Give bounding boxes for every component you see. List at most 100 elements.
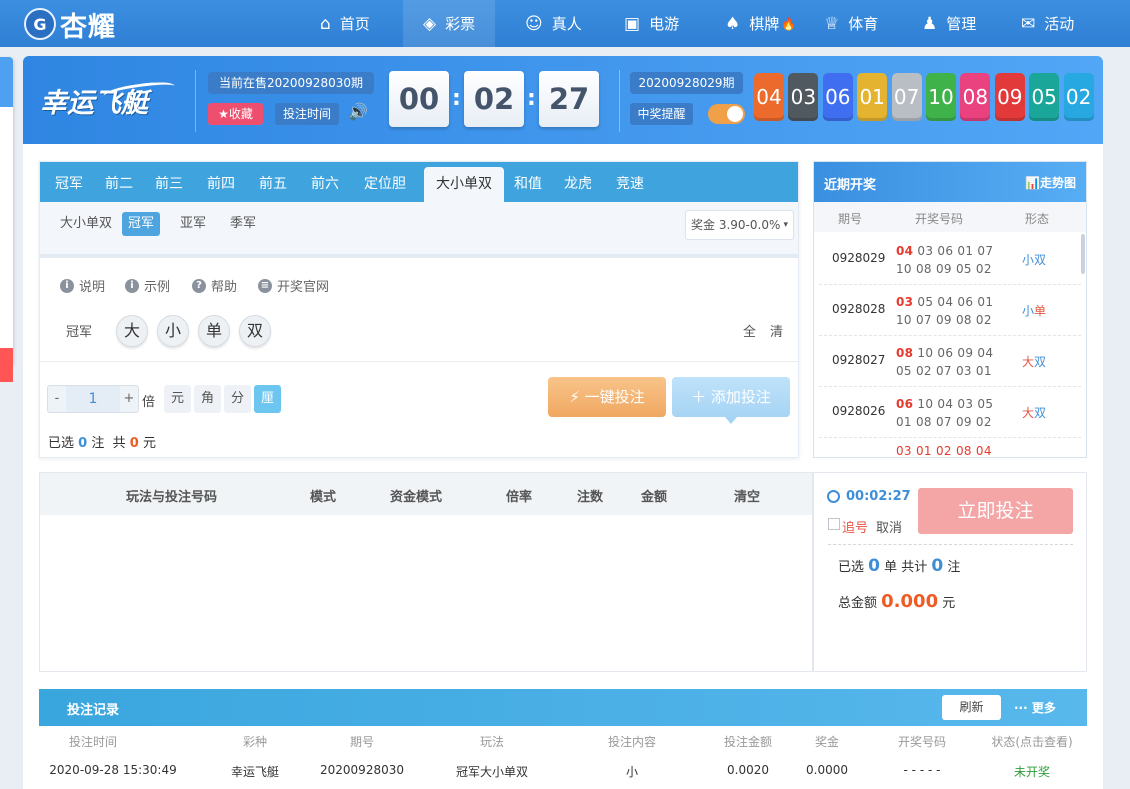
prize-select[interactable]: 奖金 3.90-0.0% ▾ bbox=[685, 210, 794, 240]
sub-tabs: 大小单双 冠军 亚军 季军 奖金 3.90-0.0% ▾ bbox=[40, 202, 798, 254]
current-issue: 当前在售20200928030期 bbox=[208, 72, 374, 94]
column-header: 模式 bbox=[310, 490, 337, 505]
tab-4[interactable]: 前五 bbox=[258, 162, 288, 202]
nav-item-3[interactable]: ▣ 电游 bbox=[624, 0, 679, 47]
column-header: 投注时间 bbox=[68, 735, 118, 749]
row-label: 冠军 bbox=[66, 325, 93, 340]
recent-draw-row: 0928029 04 03 06 01 07 10 08 09 05 02 小双 bbox=[819, 234, 1081, 285]
subtab-1[interactable]: 冠军 bbox=[122, 212, 160, 236]
more-link[interactable]: ··· 更多 bbox=[1014, 699, 1056, 716]
play-tabs: 冠军 前二 前三 前四 前五 前六 定位胆 大小单双 和值 龙虎 竞速 bbox=[40, 162, 798, 202]
bet-time-button[interactable]: 投注时间 bbox=[275, 103, 339, 125]
draw-ball: 07 bbox=[891, 73, 922, 121]
table-cell: 幸运飞艇 bbox=[230, 765, 280, 779]
nav-item-7[interactable]: ✉ 活动 bbox=[1021, 0, 1074, 47]
increment-button[interactable]: + bbox=[120, 386, 138, 412]
recent-draw-row: 0928026 06 10 04 03 05 01 08 07 09 02 大双 bbox=[819, 387, 1081, 438]
info-link-2[interactable]: ? 帮助 bbox=[192, 276, 237, 295]
nav-item-4[interactable]: ♠ 棋牌 🔥 bbox=[725, 0, 796, 47]
unit-button-0[interactable]: 元 bbox=[164, 385, 191, 413]
option-0[interactable]: 大 bbox=[116, 315, 148, 347]
table-cell[interactable]: 未开奖 bbox=[1014, 763, 1050, 780]
toggle-knob bbox=[727, 106, 743, 122]
tab-5[interactable]: 前六 bbox=[310, 162, 340, 202]
draw-ball: 09 bbox=[994, 73, 1025, 121]
draw-issue: 0928026 bbox=[832, 404, 886, 418]
multiplier-unit: 倍 bbox=[142, 395, 156, 410]
subtab-2[interactable]: 亚军 bbox=[174, 212, 212, 236]
scrollbar[interactable] bbox=[1081, 234, 1085, 274]
countdown-seconds: 27 bbox=[539, 71, 599, 127]
recent-draws-columns: 期号 开奖号码 形态 bbox=[814, 202, 1086, 232]
clear-button[interactable]: 清 bbox=[770, 321, 783, 340]
trend-chart-link[interactable]: 📊走势图 bbox=[1025, 174, 1076, 191]
info-link-3[interactable]: ≡ 开奖官网 bbox=[258, 276, 329, 295]
win-remind-label: 中奖提醒 bbox=[630, 103, 693, 125]
unit-button-1[interactable]: 角 bbox=[194, 385, 221, 413]
option-3[interactable]: 双 bbox=[239, 315, 271, 347]
tab-6[interactable]: 定位胆 bbox=[362, 162, 408, 202]
left-side-tab-arrow[interactable] bbox=[0, 348, 13, 382]
speaker-icon[interactable]: 🔊 bbox=[348, 102, 368, 121]
nav-item-5[interactable]: ♕ 体育 bbox=[824, 0, 878, 47]
subtab-3[interactable]: 季军 bbox=[224, 212, 262, 236]
chase-label[interactable]: 追号 bbox=[842, 517, 868, 536]
nav-item-1[interactable]: ◈ 彩票 bbox=[403, 0, 496, 47]
refresh-button[interactable]: 刷新 bbox=[942, 695, 1001, 720]
first-number: 08 bbox=[896, 346, 914, 360]
bets-count: 0 bbox=[931, 556, 944, 576]
tab-10[interactable]: 竞速 bbox=[612, 162, 648, 202]
nav-item-label: 首页 bbox=[339, 15, 370, 33]
users-icon: ♟ bbox=[922, 13, 938, 34]
left-side-tab[interactable] bbox=[0, 57, 13, 382]
tab-8[interactable]: 和值 bbox=[510, 162, 546, 202]
unit-button-2[interactable]: 分 bbox=[224, 385, 251, 413]
nav-item-2[interactable]: ☺ 真人 bbox=[525, 0, 582, 47]
cancel-link[interactable]: 取消 bbox=[876, 517, 902, 536]
column-header: 形态 bbox=[1025, 212, 1050, 226]
recent-draws-title: 近期开奖 bbox=[824, 178, 877, 193]
last-issue: 20200928029期 bbox=[630, 72, 743, 94]
win-remind-toggle[interactable] bbox=[708, 104, 745, 124]
decrement-button[interactable]: - bbox=[48, 386, 66, 412]
divider bbox=[828, 544, 1073, 545]
info-link-0[interactable]: i 说明 bbox=[60, 276, 105, 295]
nav-item-6[interactable]: ♟ 管理 bbox=[922, 0, 976, 47]
tab-1[interactable]: 前二 bbox=[104, 162, 134, 202]
draw-ball: 01 bbox=[857, 73, 888, 121]
nav-item-0[interactable]: ⌂ 首页 bbox=[320, 0, 370, 47]
multiplier-input[interactable]: 1 bbox=[66, 386, 120, 412]
nav-item-label: 活动 bbox=[1044, 15, 1075, 33]
draw-ball: 04 bbox=[754, 73, 784, 121]
unit-button-3[interactable]: 厘 bbox=[254, 385, 281, 413]
pointer-arrow bbox=[725, 417, 737, 424]
select-all-button[interactable]: 全 bbox=[743, 321, 756, 340]
column-header: 彩种 bbox=[242, 735, 268, 749]
table-cell: 冠军大小单双 bbox=[455, 765, 529, 779]
chase-checkbox[interactable] bbox=[828, 518, 840, 530]
countdown-colon: : bbox=[527, 86, 536, 111]
quick-bet-button[interactable]: ⚡ 一键投注 bbox=[548, 377, 666, 417]
tab-7[interactable]: 大小单双 bbox=[424, 167, 504, 202]
selected-unit: 单 共计 bbox=[884, 560, 928, 575]
add-bet-button[interactable]: ＋ 添加投注 bbox=[672, 377, 790, 424]
info-link-1[interactable]: i 示例 bbox=[125, 276, 170, 295]
first-number: 03 bbox=[896, 295, 914, 309]
left-side-tab-top bbox=[0, 57, 13, 107]
tab-0[interactable]: 冠军 bbox=[54, 162, 84, 202]
column-header: 投注金额 bbox=[723, 735, 773, 749]
bet-now-button[interactable]: 立即投注 bbox=[918, 488, 1073, 534]
form-parity: 双 bbox=[1034, 253, 1047, 267]
option-2[interactable]: 单 bbox=[198, 315, 230, 347]
game-header: 幸运飞艇 当前在售20200928030期 ★收藏 投注时间 🔊 00 : 02… bbox=[23, 56, 1103, 144]
tab-3[interactable]: 前四 bbox=[206, 162, 236, 202]
tab-9[interactable]: 龙虎 bbox=[560, 162, 596, 202]
tab-2[interactable]: 前三 bbox=[154, 162, 184, 202]
recent-draws-panel: 近期开奖 📊走势图 期号 开奖号码 形态 0928029 04 03 06 01 … bbox=[813, 161, 1087, 458]
favorite-button[interactable]: ★收藏 bbox=[208, 103, 263, 125]
column-header: 倍率 bbox=[506, 490, 533, 505]
option-1[interactable]: 小 bbox=[157, 315, 189, 347]
site-logo[interactable]: G 杏耀 bbox=[24, 4, 116, 44]
column-header: 玩法 bbox=[479, 735, 505, 749]
subtab-0[interactable]: 大小单双 bbox=[56, 212, 116, 236]
